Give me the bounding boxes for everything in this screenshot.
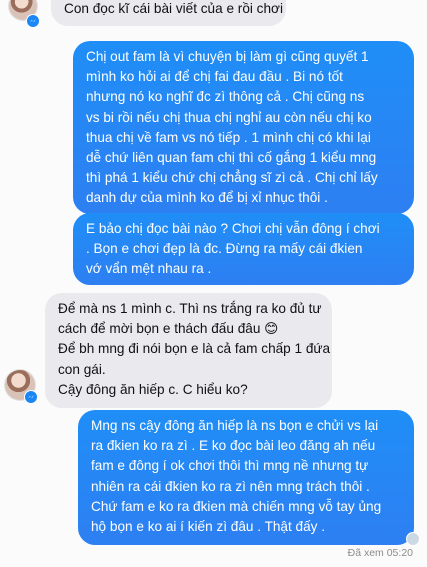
message-line: E bảo chị đọc bài nào ? Chơi chị vẫn đôn… xyxy=(86,221,380,236)
message-line: thì phá 1 kiểu chứ chị chẳng sĩ zì cả . … xyxy=(86,170,378,186)
message-bubble-outgoing[interactable]: Mng ns cậy đông ăn hiếp là ns bọn e chửi… xyxy=(78,410,414,545)
message-bubble-incoming[interactable]: Để mà ns 1 mình c. Thì ns trắng ra ko đủ… xyxy=(45,293,332,408)
message-line: mình ko hỏi ai để chị fai đau đầu . Bi n… xyxy=(86,69,343,85)
messenger-icon xyxy=(24,390,38,404)
message-line: Chị out fam là vì chuyện bị làm gì cũng … xyxy=(86,49,369,64)
message-line: nhiên ra cái đkien ko ra zì nên mng trác… xyxy=(91,478,370,494)
message-line: Để bh mng đi nói bọn e là cả fam chấp 1 … xyxy=(58,341,331,357)
message-line: fam e đông í ok chơi thôi thì mng nề như… xyxy=(91,458,369,474)
messenger-icon xyxy=(26,14,40,28)
message-line: vs bi rồi nếu chị thua chị nghỉ au còn n… xyxy=(86,109,372,125)
message-line: Chứ fam e ko ra đkien mà chiến mng vỗ ta… xyxy=(91,498,382,514)
message-line: danh dự của mình ko để bị xỉ nhục thôi . xyxy=(86,190,328,206)
message-bubble-outgoing[interactable]: E bảo chị đọc bài nào ? Chơi chị vẫn đôn… xyxy=(73,213,414,285)
message-line: cách để mời bọn e thách đấu đâu 😊 xyxy=(58,321,279,337)
message-line: dễ chứ liên quan fam chị thì cố gắng 1 k… xyxy=(86,150,377,166)
message-line: Mng ns cậy đông ăn hiếp là ns bọn e chửi… xyxy=(91,418,379,433)
message-line: ra đkien ko ra zì . E ko đọc bài leo đăn… xyxy=(91,438,376,454)
message-line: vớ vẩn mệt nhau ra . xyxy=(86,261,212,277)
message-line: thua chị về fam vs nó tiếp . 1 mình chị … xyxy=(86,129,371,145)
message-line: hộ bọn e ko ai í kiến zì đâu . Thật đấy … xyxy=(91,519,326,535)
message-bubble-outgoing[interactable]: Chị out fam là vì chuyện bị làm gì cũng … xyxy=(73,41,414,214)
message-line: Để mà ns 1 mình c. Thì ns trắng ra ko đủ… xyxy=(58,301,322,316)
message-line: con gái. xyxy=(58,361,106,377)
message-line: Cậy đông ăn hiếp c. C hiểu ko? xyxy=(58,381,248,397)
seen-status: Đã xem 05:20 xyxy=(347,547,413,559)
message-bubble-incoming[interactable]: Con đọc kĩ cái bài viết của e rồi chơi xyxy=(51,0,286,26)
read-receipt-icon xyxy=(406,532,420,546)
message-line: Con đọc kĩ cái bài viết của e rồi chơi xyxy=(64,1,283,16)
message-line: . Bọn e chơi đẹp là đc. Đừng ra mấy cái … xyxy=(86,241,363,257)
message-line: nhưng nó ko nghĩ đc zì thông cả . Chị cũ… xyxy=(86,89,365,105)
conversation-thread: Con đọc kĩ cái bài viết của e rồi chơi C… xyxy=(0,0,427,567)
